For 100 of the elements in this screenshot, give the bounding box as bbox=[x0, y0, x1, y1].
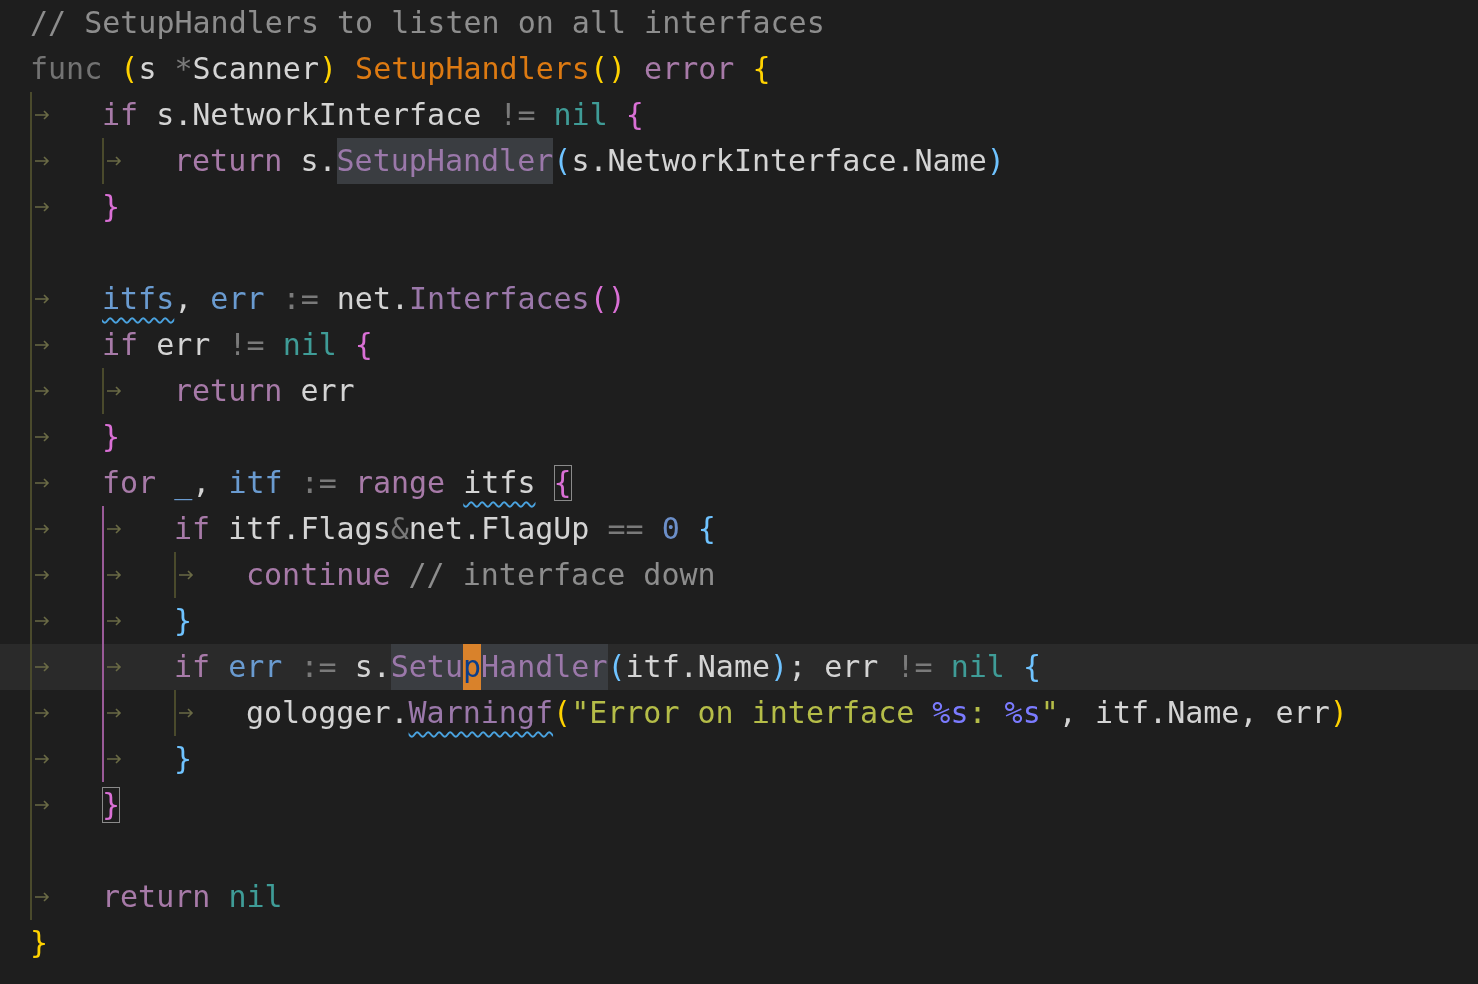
tab-arrow-icon bbox=[34, 661, 50, 673]
code-token: return bbox=[102, 878, 211, 916]
tab-arrow-icon bbox=[178, 569, 194, 581]
code-token: SetupHandler bbox=[336, 138, 554, 184]
code-token: { bbox=[1021, 648, 1041, 686]
code-token: 0 bbox=[661, 510, 680, 548]
code-token: return bbox=[174, 142, 283, 180]
tab-arrow-icon bbox=[34, 431, 50, 443]
code-token: != bbox=[498, 96, 537, 134]
code-token: != bbox=[227, 326, 266, 364]
tab-arrow-icon bbox=[34, 477, 50, 489]
code-token: err bbox=[227, 648, 283, 686]
tab-arrow-icon bbox=[106, 569, 122, 581]
code-token: s. bbox=[299, 142, 337, 180]
code-token: , bbox=[174, 280, 193, 318]
code-token: { bbox=[696, 510, 716, 548]
code-token: nil bbox=[553, 96, 608, 134]
code-token: } bbox=[174, 602, 193, 640]
code-token: net.FlagUp bbox=[408, 510, 590, 548]
code-token: { bbox=[353, 326, 373, 364]
tab-arrow-icon bbox=[106, 155, 122, 167]
tab-arrow-icon bbox=[34, 155, 50, 167]
code-token: } bbox=[174, 740, 193, 778]
code-token: err bbox=[209, 280, 265, 318]
tab-arrow-icon bbox=[34, 523, 50, 535]
tab-arrow-icon bbox=[34, 293, 50, 305]
code-token: itfs bbox=[102, 280, 175, 318]
code-token: if bbox=[174, 648, 211, 686]
code-token: nil bbox=[282, 326, 337, 364]
code-token: itf bbox=[227, 464, 283, 502]
tab-arrow-icon bbox=[106, 615, 122, 627]
code-token: if bbox=[102, 326, 139, 364]
tab-arrow-icon bbox=[34, 385, 50, 397]
code-token: := bbox=[299, 648, 338, 686]
code-token: s bbox=[138, 50, 158, 88]
code-token: for bbox=[102, 464, 157, 502]
code-token: } bbox=[102, 188, 121, 226]
code-token: p bbox=[463, 644, 482, 690]
tab-arrow-icon bbox=[34, 707, 50, 719]
code-token: { bbox=[624, 96, 644, 134]
code-token: s. bbox=[354, 648, 391, 686]
tab-arrow-icon bbox=[34, 109, 50, 121]
code-token: ; err bbox=[788, 648, 879, 686]
code-token: "Error on interface bbox=[571, 694, 916, 732]
code-token: ( bbox=[607, 648, 626, 686]
code-token: " bbox=[1040, 694, 1059, 732]
tab-arrow-icon bbox=[34, 799, 50, 811]
code-token: ) bbox=[770, 648, 789, 686]
tab-arrow-icon bbox=[106, 661, 122, 673]
code-token: , bbox=[192, 464, 211, 500]
code-token: Interfaces bbox=[409, 280, 590, 318]
code-token: s.NetworkInterface.Name bbox=[571, 142, 987, 180]
code-token: itf.Flags bbox=[227, 510, 391, 548]
code-token: := bbox=[281, 280, 320, 318]
code-token: { bbox=[535, 460, 572, 506]
code-token: ) bbox=[1329, 694, 1348, 732]
code-token: : bbox=[968, 694, 988, 732]
code-token: & bbox=[390, 510, 409, 548]
code-token: if bbox=[102, 96, 139, 134]
code-token: return bbox=[174, 372, 283, 410]
code-token: itf.Name bbox=[625, 648, 771, 686]
code-token: if bbox=[174, 510, 211, 548]
code-token: func bbox=[30, 50, 104, 88]
code-token: } bbox=[102, 418, 121, 456]
code-token: Setu bbox=[390, 644, 463, 690]
code-token: ) bbox=[319, 50, 338, 88]
code-token: } bbox=[30, 924, 49, 962]
code-token: // SetupHandlers to listen on all interfaces bbox=[30, 4, 825, 42]
code-token: %s bbox=[932, 694, 969, 732]
tab-arrow-icon bbox=[106, 385, 122, 397]
code-token: s.NetworkInterface bbox=[155, 96, 482, 134]
code-token: gologger. bbox=[246, 694, 409, 732]
tab-arrow-icon bbox=[106, 523, 122, 535]
code-token: error bbox=[643, 50, 735, 88]
code-token: } bbox=[102, 782, 121, 828]
tab-arrow-icon bbox=[34, 891, 50, 903]
code-token: nil bbox=[227, 878, 283, 916]
code-token: net. bbox=[336, 280, 410, 318]
code-token: () bbox=[589, 280, 626, 318]
code-token: nil bbox=[950, 648, 1005, 686]
tab-arrow-icon bbox=[34, 569, 50, 581]
code-token: _ bbox=[173, 464, 193, 503]
code-token: := bbox=[299, 464, 338, 502]
code-token: () bbox=[589, 50, 627, 88]
code-token: ( bbox=[553, 694, 572, 732]
code-token: == bbox=[606, 510, 645, 548]
tab-arrow-icon bbox=[106, 707, 122, 719]
code-token: itfs bbox=[463, 464, 536, 502]
code-token: Scanner bbox=[192, 50, 319, 88]
tab-arrow-icon bbox=[34, 339, 50, 351]
code-token: , itf.Name, err bbox=[1058, 694, 1330, 732]
code-token: Handler bbox=[481, 644, 608, 690]
code-token: continue bbox=[246, 556, 391, 594]
code-token: ( bbox=[120, 50, 139, 88]
tab-arrow-icon bbox=[34, 615, 50, 627]
code-token: SetupHandlers bbox=[354, 50, 590, 88]
tab-arrow-icon bbox=[34, 753, 50, 765]
code-token: err bbox=[299, 372, 355, 410]
code-token: %s bbox=[1004, 694, 1041, 732]
tab-arrow-icon bbox=[34, 201, 50, 213]
